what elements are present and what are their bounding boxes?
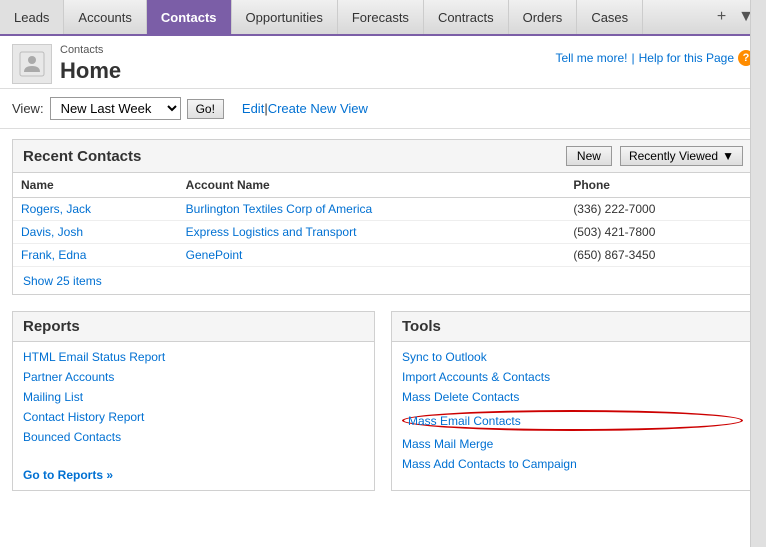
view-links: Edit|Create New View [242, 101, 368, 116]
scrollbar[interactable] [750, 0, 766, 547]
goto-reports: Go to Reports » [13, 460, 374, 490]
page-title: Home [60, 58, 121, 84]
contact-name-cell: Rogers, Jack [13, 198, 178, 221]
contact-account-link[interactable]: Burlington Textiles Corp of America [186, 202, 373, 216]
contact-name-cell: Davis, Josh [13, 221, 178, 244]
reports-title: Reports [13, 312, 374, 342]
report-link[interactable]: Mailing List [23, 390, 364, 404]
tell-me-more-link[interactable]: Tell me more! [555, 51, 627, 65]
page-header-text: Contacts Home [60, 44, 121, 84]
tool-link[interactable]: Import Accounts & Contacts [402, 370, 743, 384]
page-header: Contacts Home Tell me more! | Help for t… [0, 36, 766, 89]
recently-viewed-dropdown-icon: ▼ [722, 149, 734, 163]
contact-account-link[interactable]: Express Logistics and Transport [186, 225, 357, 239]
recently-viewed-button[interactable]: Recently Viewed ▼ [620, 146, 743, 166]
show-items-link[interactable]: Show 25 items [23, 274, 102, 288]
contact-phone-cell: (503) 421-7800 [565, 221, 753, 244]
create-new-view-link[interactable]: Create New View [268, 101, 368, 116]
mass-email-circled-indicator: Mass Email Contacts [402, 410, 743, 431]
contact-account-cell: Express Logistics and Transport [178, 221, 566, 244]
page-header-left: Contacts Home [12, 44, 121, 84]
nav-add-icon[interactable]: + [713, 8, 730, 26]
main-content: Recent Contacts New Recently Viewed ▼ Na… [0, 129, 766, 501]
breadcrumb: Contacts [60, 44, 121, 56]
header-separator: | [631, 51, 634, 65]
show-items: Show 25 items [13, 267, 753, 294]
help-link[interactable]: Help for this Page [639, 51, 734, 65]
recently-viewed-label: Recently Viewed [629, 149, 718, 163]
nav-item-contacts[interactable]: Contacts [147, 0, 232, 34]
nav-item-leads[interactable]: Leads [0, 0, 64, 34]
table-row: Rogers, Jack Burlington Textiles Corp of… [13, 198, 753, 221]
contacts-icon [12, 44, 52, 84]
report-link[interactable]: Contact History Report [23, 410, 364, 424]
table-row: Frank, Edna GenePoint (650) 867-3450 [13, 244, 753, 267]
view-select[interactable]: New Last Week All Contacts My Contacts R… [50, 97, 181, 120]
contact-name-cell: Frank, Edna [13, 244, 178, 267]
recent-contacts-section: Recent Contacts New Recently Viewed ▼ Na… [12, 139, 754, 295]
contact-name-link[interactable]: Davis, Josh [21, 225, 83, 239]
contact-phone-cell: (336) 222-7000 [565, 198, 753, 221]
col-header-account: Account Name [178, 173, 566, 198]
bottom-sections: Reports HTML Email Status Report Partner … [12, 311, 754, 491]
recent-contacts-header: Recent Contacts New Recently Viewed ▼ [13, 140, 753, 173]
tool-link[interactable]: Mass Add Contacts to Campaign [402, 457, 743, 471]
contact-account-cell: GenePoint [178, 244, 566, 267]
col-header-name: Name [13, 173, 178, 198]
tools-section: Tools Sync to Outlook Import Accounts & C… [391, 311, 754, 491]
view-go-button[interactable]: Go! [187, 99, 224, 119]
tool-link[interactable]: Mass Email Contacts [408, 414, 521, 428]
goto-reports-link[interactable]: Go to Reports » [23, 468, 364, 482]
tools-content: Sync to Outlook Import Accounts & Contact… [392, 342, 753, 479]
tools-title: Tools [392, 312, 753, 342]
edit-view-link[interactable]: Edit [242, 101, 264, 116]
contact-name-link[interactable]: Rogers, Jack [21, 202, 91, 216]
nav-item-opportunities[interactable]: Opportunities [232, 0, 338, 34]
tool-link[interactable]: Sync to Outlook [402, 350, 743, 364]
contacts-table: Name Account Name Phone Rogers, Jack Bur… [13, 173, 753, 267]
tool-link[interactable]: Mass Delete Contacts [402, 390, 743, 404]
nav-item-accounts[interactable]: Accounts [64, 0, 146, 34]
contact-account-cell: Burlington Textiles Corp of America [178, 198, 566, 221]
new-contact-button[interactable]: New [566, 146, 612, 166]
nav-item-orders[interactable]: Orders [509, 0, 578, 34]
col-header-phone: Phone [565, 173, 753, 198]
view-label: View: [12, 101, 44, 116]
nav-item-cases[interactable]: Cases [577, 0, 643, 34]
page-header-right: Tell me more! | Help for this Page ? [555, 44, 754, 66]
recent-contacts-title: Recent Contacts [23, 148, 141, 165]
nav-item-contracts[interactable]: Contracts [424, 0, 509, 34]
table-row: Davis, Josh Express Logistics and Transp… [13, 221, 753, 244]
report-link[interactable]: Bounced Contacts [23, 430, 364, 444]
reports-content: HTML Email Status Report Partner Accounts… [13, 342, 374, 452]
contact-name-link[interactable]: Frank, Edna [21, 248, 86, 262]
contact-account-link[interactable]: GenePoint [186, 248, 243, 262]
nav-bar: Leads Accounts Contacts Opportunities Fo… [0, 0, 766, 36]
nav-item-forecasts[interactable]: Forecasts [338, 0, 424, 34]
view-bar: View: New Last Week All Contacts My Cont… [0, 89, 766, 129]
report-link[interactable]: Partner Accounts [23, 370, 364, 384]
reports-section: Reports HTML Email Status Report Partner … [12, 311, 375, 491]
tool-link[interactable]: Mass Mail Merge [402, 437, 743, 451]
report-link[interactable]: HTML Email Status Report [23, 350, 364, 364]
contact-phone-cell: (650) 867-3450 [565, 244, 753, 267]
section-controls: New Recently Viewed ▼ [566, 146, 743, 166]
